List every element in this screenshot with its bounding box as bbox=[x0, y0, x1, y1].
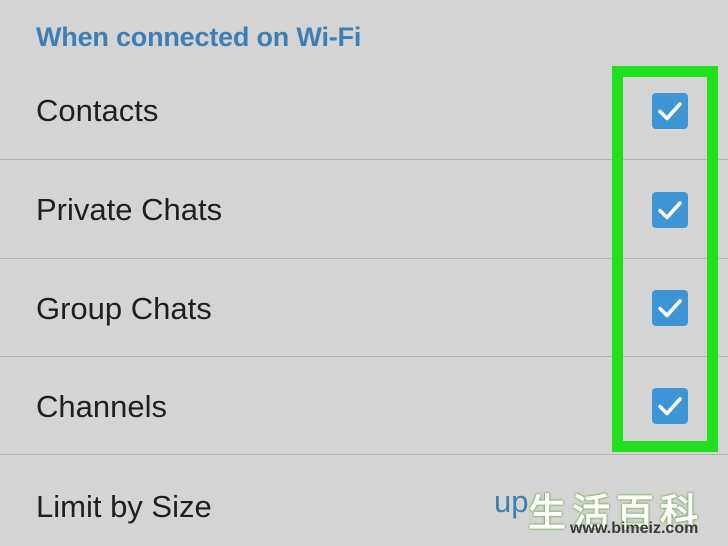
checkbox-checked-icon bbox=[658, 201, 682, 220]
watermark: 生活百科 www.bimeiz.com bbox=[520, 482, 728, 546]
section-header: When connected on Wi-Fi bbox=[36, 22, 362, 52]
divider bbox=[0, 258, 728, 259]
auto-download-settings-screen: When connected on Wi-Fi Contacts Private… bbox=[0, 0, 728, 546]
setting-label-group-chats: Group Chats bbox=[36, 291, 212, 326]
setting-row-group-chats[interactable]: Group Chats bbox=[0, 260, 728, 358]
setting-label-contacts: Contacts bbox=[36, 93, 159, 128]
divider bbox=[0, 356, 728, 357]
setting-row-channels[interactable]: Channels bbox=[0, 358, 728, 456]
setting-row-contacts[interactable]: Contacts bbox=[0, 62, 728, 160]
checkbox-checked-icon bbox=[658, 397, 682, 416]
setting-label-channels: Channels bbox=[36, 389, 167, 424]
private-chats-checkbox[interactable] bbox=[652, 192, 688, 228]
watermark-url: www.bimeiz.com bbox=[570, 520, 699, 537]
setting-label-private-chats: Private Chats bbox=[36, 192, 223, 227]
setting-row-private-chats[interactable]: Private Chats bbox=[0, 161, 728, 259]
channels-checkbox[interactable] bbox=[652, 388, 688, 424]
checkbox-checked-icon bbox=[658, 299, 682, 318]
group-chats-checkbox[interactable] bbox=[652, 290, 688, 326]
checkbox-checked-icon bbox=[658, 102, 682, 121]
divider bbox=[0, 159, 728, 160]
contacts-checkbox[interactable] bbox=[652, 93, 688, 129]
setting-label-limit-by-size: Limit by Size bbox=[36, 489, 212, 524]
divider bbox=[0, 454, 728, 455]
